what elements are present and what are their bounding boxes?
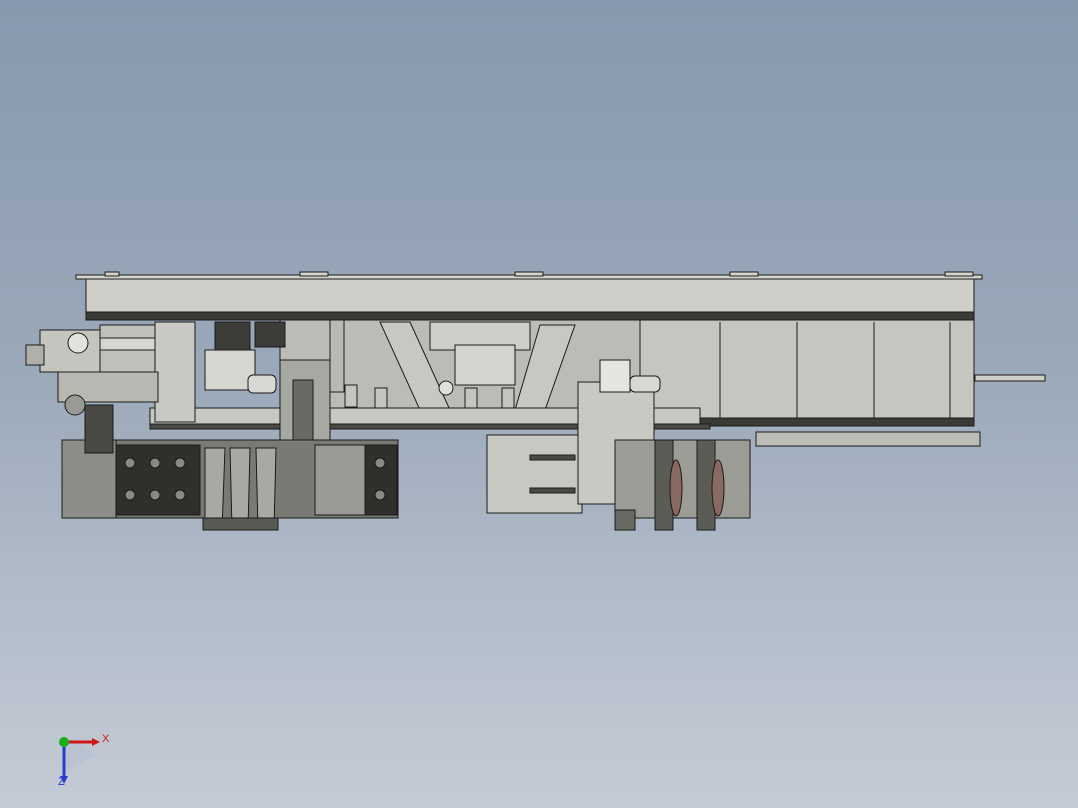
beam-clip-3: [514, 271, 544, 277]
bolt: [174, 489, 186, 501]
block-mid: [314, 444, 366, 516]
bolt: [124, 489, 136, 501]
beam-clip-4: [729, 271, 759, 277]
top-beam: [85, 278, 975, 316]
roller-4: [501, 387, 515, 409]
roller-hub-2: [711, 459, 725, 517]
bolt: [374, 489, 386, 501]
gripper-motor-top: [254, 321, 286, 348]
axis-triad-icon: [59, 737, 100, 784]
left-motor-cap: [25, 344, 45, 366]
left-motor-flange: [67, 332, 89, 354]
slider-slot-1: [529, 454, 576, 461]
left-wheel: [64, 394, 86, 416]
bolt: [124, 457, 136, 469]
right-bracket: [974, 374, 1046, 382]
middle-block: [454, 344, 516, 386]
slider-plate: [486, 434, 583, 514]
assembly-model[interactable]: [0, 0, 1078, 808]
bolt: [149, 457, 161, 469]
roller-1: [344, 384, 358, 408]
carriage-motor: [599, 359, 631, 393]
beam-clip-2: [299, 271, 329, 277]
graphics-viewport[interactable]: X Z: [0, 0, 1078, 808]
block-pad-right: [364, 444, 398, 516]
top-beam-lower-edge: [85, 311, 975, 321]
roller-bracket: [614, 439, 751, 519]
vertical-rod: [329, 319, 345, 393]
roller-hub-1: [669, 459, 683, 517]
bearing: [438, 380, 454, 396]
roller-foot: [614, 509, 636, 531]
vertical-plate: [84, 404, 114, 454]
slider-slot-2: [529, 487, 576, 494]
gripper-cylinder: [247, 374, 277, 394]
z-axis-label: Z: [58, 776, 65, 788]
block-pad-left: [115, 444, 201, 516]
view-triad: X Z: [44, 726, 124, 796]
bolt: [174, 457, 186, 469]
x-axis-label: X: [102, 733, 110, 745]
roller-2: [374, 387, 388, 409]
gripper-motor-dark: [214, 321, 251, 351]
beam-clip-1: [104, 271, 120, 277]
carriage-cylinder: [629, 375, 661, 393]
right-frame: [639, 319, 975, 419]
bolt: [374, 457, 386, 469]
finger-base: [202, 517, 279, 531]
bolt: [149, 489, 161, 501]
beam-clip-5: [944, 271, 974, 277]
roller-3: [464, 387, 478, 409]
right-rail: [699, 417, 975, 427]
right-rail-lower: [755, 431, 981, 447]
left-support: [154, 321, 196, 423]
